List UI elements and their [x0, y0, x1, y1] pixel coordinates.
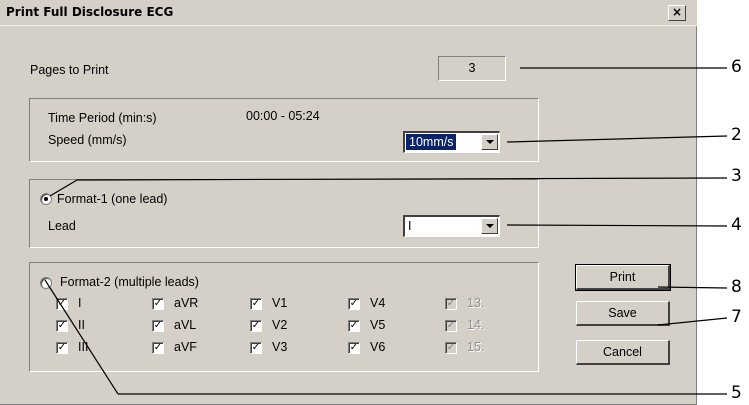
lead-aVF-checkbox[interactable]: ✓ — [152, 342, 164, 354]
cancel-button[interactable]: Cancel — [576, 340, 670, 365]
lead-V1-checkbox[interactable]: ✓ — [250, 298, 262, 310]
chevron-down-icon — [486, 140, 494, 144]
callout-number-2: 2 — [731, 125, 742, 145]
lead-V4-label: V4 — [370, 296, 386, 310]
speed-value: 10mm/s — [406, 134, 457, 150]
pages-label: Pages to Print — [30, 63, 109, 77]
speed-dropdown-button[interactable] — [481, 134, 498, 150]
time-speed-group: Time Period (min:s) 00:00 - 05:24 Speed … — [29, 98, 539, 162]
lead-V4-checkbox[interactable]: ✓ — [348, 298, 360, 310]
lead-III-label: III — [78, 340, 89, 354]
radio-selected-dot — [44, 197, 48, 201]
print-button[interactable]: Print — [575, 264, 671, 291]
window-title: Print Full Disclosure ECG — [6, 5, 174, 19]
callout-number-8: 8 — [731, 277, 742, 297]
format2-group: Format-2 (multiple leads) ✓ I ✓ aVR ✓ V1… — [29, 262, 539, 372]
lead-V5-label: V5 — [370, 318, 386, 332]
format1-label: Format-1 (one lead) — [57, 192, 168, 206]
lead-V6-checkbox[interactable]: ✓ — [348, 342, 360, 354]
lead-aVR-checkbox[interactable]: ✓ — [152, 298, 164, 310]
lead-aVL-label: aVL — [174, 318, 197, 332]
time-period-label: Time Period (min:s) — [48, 111, 157, 125]
lead-15-label: 15. — [467, 340, 485, 354]
close-button[interactable]: × — [668, 5, 686, 21]
callout-number-7: 7 — [731, 307, 742, 327]
callout-number-3: 3 — [731, 166, 742, 186]
speed-dropdown[interactable]: 10mm/s — [403, 131, 500, 153]
lead-V5-checkbox[interactable]: ✓ — [348, 320, 360, 332]
lead-V6-label: V6 — [370, 340, 386, 354]
title-bar[interactable]: Print Full Disclosure ECG × — [0, 0, 697, 26]
lead-13-label: 13. — [467, 296, 485, 310]
format1-radio[interactable] — [40, 193, 52, 205]
lead-I-checkbox[interactable]: ✓ — [56, 298, 68, 310]
lead-value: I — [408, 219, 412, 233]
lead-II-label: II — [78, 318, 85, 332]
time-period-value: 00:00 - 05:24 — [246, 109, 320, 123]
lead-14-checkbox: ✓ — [445, 320, 457, 332]
callout-number-6: 6 — [731, 57, 742, 77]
lead-aVL-checkbox[interactable]: ✓ — [152, 320, 164, 332]
pages-count-field: 3 — [438, 56, 506, 81]
lead-dropdown-button[interactable] — [481, 218, 498, 234]
lead-II-checkbox[interactable]: ✓ — [56, 320, 68, 332]
speed-label: Speed (mm/s) — [48, 133, 127, 147]
lead-13-checkbox: ✓ — [445, 298, 457, 310]
lead-V3-checkbox[interactable]: ✓ — [250, 342, 262, 354]
print-ecg-dialog: Print Full Disclosure ECG × Pages to Pri… — [0, 0, 697, 405]
lead-label: Lead — [48, 219, 76, 233]
format2-radio[interactable] — [40, 277, 52, 289]
lead-dropdown[interactable]: I — [403, 215, 500, 237]
format2-label: Format-2 (multiple leads) — [60, 275, 199, 289]
lead-V2-label: V2 — [272, 318, 288, 332]
format1-group: Format-1 (one lead) Lead I — [29, 179, 539, 248]
lead-III-checkbox[interactable]: ✓ — [56, 342, 68, 354]
callout-number-4: 4 — [731, 215, 742, 235]
save-button[interactable]: Save — [576, 301, 670, 326]
chevron-down-icon — [486, 224, 494, 228]
lead-V1-label: V1 — [272, 296, 288, 310]
lead-aVR-label: aVR — [174, 296, 199, 310]
lead-15-checkbox: ✓ — [445, 342, 457, 354]
lead-14-label: 14. — [467, 318, 485, 332]
lead-V3-label: V3 — [272, 340, 288, 354]
lead-I-label: I — [78, 296, 82, 310]
lead-V2-checkbox[interactable]: ✓ — [250, 320, 262, 332]
lead-aVF-label: aVF — [174, 340, 197, 354]
callout-number-5: 5 — [731, 383, 742, 403]
